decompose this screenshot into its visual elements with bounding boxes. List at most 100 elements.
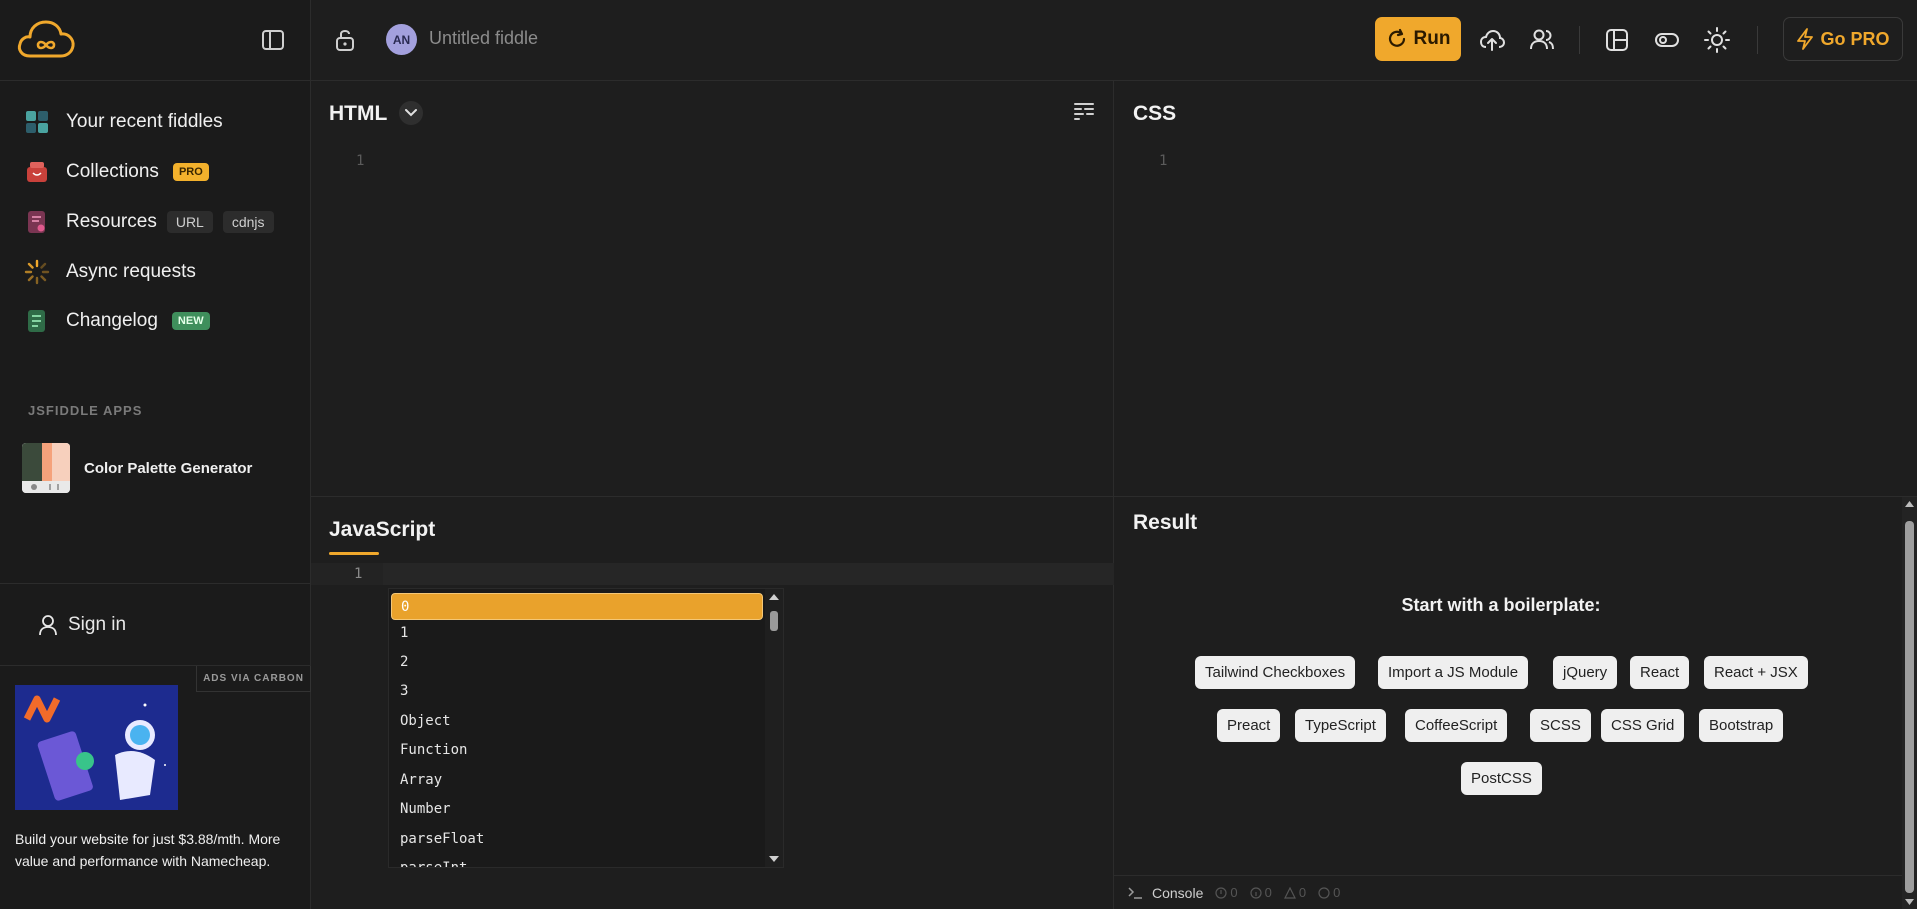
- boilerplate-button[interactable]: TypeScript: [1295, 709, 1386, 742]
- autocomplete-scrollbar[interactable]: [765, 589, 783, 867]
- run-label: Run: [1413, 28, 1451, 49]
- chevron-down-icon: [405, 109, 417, 117]
- autocomplete-item[interactable]: parseFloat: [391, 826, 763, 853]
- gutter-active-line: [311, 563, 383, 585]
- app-color-palette-generator[interactable]: Color Palette Generator: [22, 443, 252, 493]
- warning-count[interactable]: 0: [1283, 885, 1306, 900]
- log-count[interactable]: 0: [1318, 885, 1340, 900]
- run-button[interactable]: Run: [1375, 17, 1461, 61]
- cdnjs-tag[interactable]: cdnjs: [222, 211, 274, 233]
- nav-label: Resources: [66, 211, 157, 232]
- layout-icon[interactable]: [1603, 26, 1631, 54]
- nav-resources[interactable]: Resources URL cdnjs: [24, 207, 274, 237]
- ad-text[interactable]: Build your website for just $3.88/mth. M…: [15, 828, 295, 872]
- line-number: 1: [1159, 153, 1168, 169]
- boilerplate-button[interactable]: PostCSS: [1461, 762, 1542, 795]
- result-panel[interactable]: Result Start with a boilerplate: Tailwin…: [1114, 497, 1917, 909]
- autocomplete-dropdown[interactable]: 0 1 2 3 Object Function Array Number par…: [388, 588, 784, 868]
- autocomplete-item[interactable]: Number: [391, 796, 763, 823]
- logo-row: [0, 0, 310, 81]
- console-bar[interactable]: Console 0 0 0 0: [1114, 875, 1902, 909]
- autocomplete-item[interactable]: parseInt: [391, 855, 763, 867]
- jsfiddle-logo-icon[interactable]: [16, 18, 76, 62]
- active-code-line[interactable]: [383, 563, 1114, 585]
- sidebar-toggle-icon[interactable]: [260, 28, 286, 52]
- collections-icon: [27, 162, 47, 182]
- log-icon: [1318, 886, 1330, 899]
- lightning-icon: [1797, 28, 1814, 50]
- resources-icon: [28, 211, 45, 233]
- html-preprocessor-dropdown[interactable]: [399, 101, 423, 125]
- toggle-icon[interactable]: [1653, 26, 1681, 54]
- grid-icon: [26, 111, 48, 133]
- app-label: Color Palette Generator: [84, 459, 253, 477]
- ads-label[interactable]: ADS VIA CARBON: [196, 666, 311, 692]
- autocomplete-item[interactable]: 0: [391, 593, 763, 620]
- spinner-icon: [24, 259, 50, 285]
- nav-changelog[interactable]: Changelog NEW: [24, 306, 210, 336]
- lock-icon[interactable]: [333, 27, 357, 53]
- autocomplete-item[interactable]: Object: [391, 708, 763, 735]
- fiddle-title[interactable]: Untitled fiddle: [429, 28, 538, 49]
- boilerplate-button[interactable]: CoffeeScript: [1405, 709, 1508, 742]
- upload-cloud-icon[interactable]: [1478, 26, 1506, 54]
- autocomplete-item[interactable]: 2: [391, 649, 763, 676]
- boilerplate-button[interactable]: SCSS: [1530, 709, 1591, 742]
- error-icon: [1215, 886, 1227, 899]
- boilerplate-button[interactable]: CSS Grid: [1601, 709, 1685, 742]
- nav-collections[interactable]: Collections PRO: [24, 157, 209, 187]
- tidy-code-icon[interactable]: [1073, 101, 1095, 123]
- warning-icon: [1283, 886, 1296, 899]
- new-badge: NEW: [171, 312, 210, 330]
- palette-thumbnail-icon: [22, 443, 70, 493]
- sign-in-label: Sign in: [68, 614, 127, 635]
- changelog-icon: [28, 310, 45, 332]
- nav-label: Changelog: [66, 310, 158, 331]
- css-panel[interactable]: CSS 1: [1114, 81, 1917, 497]
- autocomplete-item[interactable]: Function: [391, 737, 763, 764]
- nav-async-requests[interactable]: Async requests: [24, 257, 196, 287]
- separator: [1579, 26, 1580, 54]
- info-icon: [1250, 886, 1262, 899]
- sign-in-button[interactable]: Sign in: [38, 614, 126, 636]
- ad-image[interactable]: [15, 685, 178, 810]
- line-number: 1: [354, 566, 363, 582]
- autocomplete-item[interactable]: 1: [391, 620, 763, 647]
- separator: [1757, 26, 1758, 54]
- error-count[interactable]: 0: [1215, 885, 1238, 900]
- boilerplate-button[interactable]: Bootstrap: [1699, 709, 1784, 742]
- collaborators-icon[interactable]: [1528, 26, 1556, 54]
- html-panel[interactable]: HTML 1: [311, 81, 1114, 497]
- autocomplete-item[interactable]: Array: [391, 767, 763, 794]
- terminal-icon: [1128, 886, 1142, 899]
- top-bar: AN Untitled fiddle Run Go PRO: [311, 0, 1917, 81]
- boilerplate-button[interactable]: Import a JS Module: [1378, 656, 1529, 689]
- nav-label: Async requests: [66, 261, 196, 282]
- boilerplate-button[interactable]: React + JSX: [1704, 656, 1808, 689]
- line-number: 1: [356, 153, 365, 169]
- active-tab-indicator: [329, 552, 379, 555]
- result-panel-title: Result: [1133, 511, 1198, 534]
- sun-icon[interactable]: [1703, 26, 1731, 54]
- pro-badge: PRO: [172, 163, 209, 181]
- css-panel-title: CSS: [1133, 102, 1177, 125]
- nav-recent-fiddles[interactable]: Your recent fiddles: [24, 107, 223, 137]
- avatar[interactable]: AN: [386, 24, 417, 55]
- boilerplate-button[interactable]: React: [1630, 656, 1690, 689]
- refresh-icon: [1388, 28, 1405, 47]
- user-icon: [39, 615, 57, 636]
- url-tag[interactable]: URL: [166, 211, 213, 233]
- info-count[interactable]: 0: [1250, 885, 1272, 900]
- signin-row: Sign in: [0, 583, 311, 666]
- boilerplate-button[interactable]: jQuery: [1553, 656, 1618, 689]
- js-panel-title: JavaScript: [329, 518, 436, 541]
- nav-label: Your recent fiddles: [66, 111, 223, 132]
- html-panel-title: HTML: [329, 102, 388, 125]
- autocomplete-item[interactable]: 3: [391, 678, 763, 705]
- apps-header: JSFIDDLE APPS: [28, 403, 143, 418]
- boilerplate-button[interactable]: Preact: [1217, 709, 1281, 742]
- result-scrollbar[interactable]: [1902, 497, 1917, 909]
- boilerplate-button[interactable]: Tailwind Checkboxes: [1195, 656, 1356, 689]
- sidebar: Your recent fiddles Collections PRO Reso…: [0, 0, 311, 909]
- go-pro-button[interactable]: Go PRO: [1783, 17, 1903, 61]
